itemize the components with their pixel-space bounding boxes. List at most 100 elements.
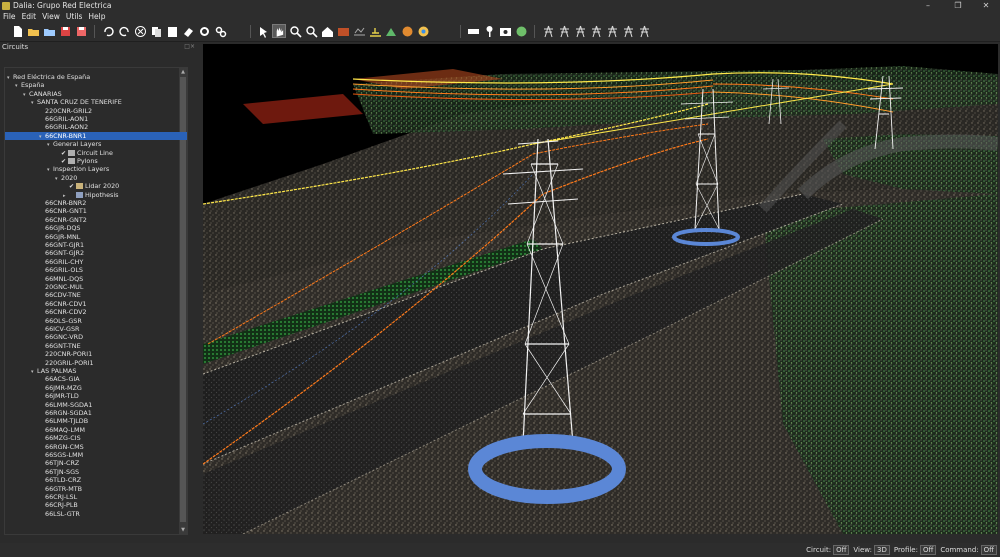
tree-item[interactable]: 66GRIL-AON1	[5, 115, 187, 123]
status-view-value[interactable]: 3D	[874, 545, 890, 555]
tree-item[interactable]: 66LSL-GTR	[5, 510, 187, 518]
tree-item[interactable]: 66JMR-MZG	[5, 384, 187, 392]
menu-edit[interactable]: Edit	[22, 12, 37, 21]
tree-item[interactable]: ✔ Pylons	[5, 157, 187, 165]
minimize-button[interactable]: –	[914, 0, 942, 11]
tree-item[interactable]: 66GNT-GJR1	[5, 241, 187, 249]
tree-item[interactable]: ▾ España	[5, 81, 187, 89]
tree-item[interactable]: 66CDV-TNE	[5, 291, 187, 299]
classify-icon[interactable]	[384, 24, 398, 38]
tree-item[interactable]: 66CRJ-LSL	[5, 493, 187, 501]
close-window-button[interactable]: ✕	[972, 0, 1000, 11]
tree-item[interactable]: 66TJN-SGS	[5, 468, 187, 476]
tree-item[interactable]: ▸ Hipothesis	[5, 191, 187, 199]
paste-icon[interactable]	[165, 24, 179, 38]
circuit-tree[interactable]: ▲ ▼ ▾ Red Eléctrica de España ▾ España ▾ CANA…	[4, 67, 188, 535]
tree-item[interactable]: ▾ Inspection Layers	[5, 165, 187, 173]
erase-icon[interactable]	[181, 24, 195, 38]
tree-item[interactable]: 66TLD-CRZ	[5, 476, 187, 484]
zoom-out-icon[interactable]	[304, 24, 318, 38]
maximize-button[interactable]: ❐	[944, 0, 972, 11]
tree-item[interactable]: 66RGN-CMS	[5, 443, 187, 451]
new-file-icon[interactable]	[10, 24, 24, 38]
home-view-icon[interactable]	[320, 24, 334, 38]
redo-icon[interactable]	[117, 24, 131, 38]
tree-item[interactable]: 20GNC-MUL	[5, 283, 187, 291]
tree-item[interactable]: 66CNR-GNT2	[5, 216, 187, 224]
tower-tool-3-icon[interactable]	[573, 24, 587, 38]
menu-file[interactable]: File	[3, 12, 16, 21]
tree-item[interactable]: 66GTR-MTB	[5, 485, 187, 493]
tower-tool-2-icon[interactable]	[557, 24, 571, 38]
tower-tool-7-icon[interactable]	[637, 24, 651, 38]
tree-item[interactable]: 66GRIL-CHY	[5, 258, 187, 266]
tree-item[interactable]: 66CNR-GNT1	[5, 207, 187, 215]
pan-hand-icon[interactable]	[272, 24, 286, 38]
tree-item[interactable]: 66SGS-LMM	[5, 451, 187, 459]
scroll-down-arrow-icon[interactable]: ▼	[179, 526, 187, 534]
globe-icon[interactable]	[514, 24, 528, 38]
status-profile-value[interactable]: Off	[919, 545, 937, 555]
tree-item[interactable]: ✔ Circuit Line	[5, 149, 187, 157]
color-palette-icon[interactable]	[400, 24, 414, 38]
tower-tool-4-icon[interactable]	[589, 24, 603, 38]
tree-item[interactable]: 66CNR-CDV1	[5, 300, 187, 308]
tree-item[interactable]: 220GRIL-PORI1	[5, 359, 187, 367]
tree-item[interactable]: 66OLS-GSR	[5, 317, 187, 325]
pointcloud-3d-viewport[interactable]	[203, 44, 998, 534]
tree-item[interactable]: 66TJN-CRZ	[5, 459, 187, 467]
tree-item[interactable]: 66GNC-VRD	[5, 333, 187, 341]
profile-view-icon[interactable]	[336, 24, 350, 38]
tower-tool-6-icon[interactable]	[621, 24, 635, 38]
menu-help[interactable]: Help	[88, 12, 105, 21]
tree-item[interactable]: 66CRJ-PLB	[5, 501, 187, 509]
tree-item[interactable]: ▾ 66CNR-BNR1	[5, 131, 187, 141]
menu-view[interactable]: View	[42, 12, 60, 21]
tower-tool-5-icon[interactable]	[605, 24, 619, 38]
undo-icon[interactable]	[101, 24, 115, 38]
tree-item[interactable]: 66CNR-CDV2	[5, 308, 187, 316]
tree-item[interactable]: 66RGN-SGDA1	[5, 409, 187, 417]
open-folder-icon[interactable]	[26, 24, 40, 38]
tree-item[interactable]: 66JMR-TLD	[5, 392, 187, 400]
tower-tool-1-icon[interactable]	[541, 24, 555, 38]
advanced-settings-icon[interactable]	[213, 24, 227, 38]
save-icon[interactable]	[58, 24, 72, 38]
tree-item[interactable]: 66CNR-BNR2	[5, 199, 187, 207]
camera-icon[interactable]	[498, 24, 512, 38]
tree-item[interactable]: 220CNR-GRIL2	[5, 107, 187, 115]
terrain-icon[interactable]	[368, 24, 382, 38]
probe-icon[interactable]	[482, 24, 496, 38]
zoom-in-icon[interactable]	[288, 24, 302, 38]
tree-item[interactable]: 66GJR-MNL	[5, 233, 187, 241]
tree-item[interactable]: 66ICV-GSR	[5, 325, 187, 333]
tree-item[interactable]: 66GRIL-OLS	[5, 266, 187, 274]
grid-view-icon[interactable]	[416, 24, 430, 38]
cancel-icon[interactable]	[133, 24, 147, 38]
tree-item[interactable]: ✔ Lidar 2020	[5, 182, 187, 190]
panel-float-button[interactable]: □×	[184, 43, 195, 50]
tree-item[interactable]: 66MNL-DQS	[5, 275, 187, 283]
copy-icon[interactable]	[149, 24, 163, 38]
tree-item[interactable]: 66LMM-SGDA1	[5, 401, 187, 409]
settings-icon[interactable]	[197, 24, 211, 38]
save-as-icon[interactable]	[74, 24, 88, 38]
status-command-value[interactable]: Off	[980, 545, 997, 555]
tree-item[interactable]: 66GNT-GJR2	[5, 249, 187, 257]
surface-view-icon[interactable]	[352, 24, 366, 38]
tree-item[interactable]: ▾ SANTA CRUZ DE TENERIFE	[5, 98, 187, 106]
status-circuit-value[interactable]: Off	[833, 545, 850, 555]
tree-item[interactable]: 66MAQ-LMM	[5, 426, 187, 434]
tree-item[interactable]: 66ACS-GIA	[5, 375, 187, 383]
tree-item[interactable]: ▾ General Layers	[5, 140, 187, 148]
tree-item[interactable]: ▾ LAS PALMAS	[5, 367, 187, 375]
tree-item[interactable]: 66MZG-CIS	[5, 434, 187, 442]
tree-item[interactable]: 66GNT-TNE	[5, 342, 187, 350]
measure-ruler-icon[interactable]	[466, 24, 480, 38]
tree-item[interactable]: ▾ CANARIAS	[5, 90, 187, 98]
select-pointer-icon[interactable]	[256, 24, 270, 38]
menu-utils[interactable]: Utils	[66, 12, 83, 21]
tree-item[interactable]: 66LMM-TJLDB	[5, 417, 187, 425]
tree-item[interactable]: 66GJR-DQS	[5, 224, 187, 232]
tree-item[interactable]: ▾ 2020	[5, 174, 187, 182]
